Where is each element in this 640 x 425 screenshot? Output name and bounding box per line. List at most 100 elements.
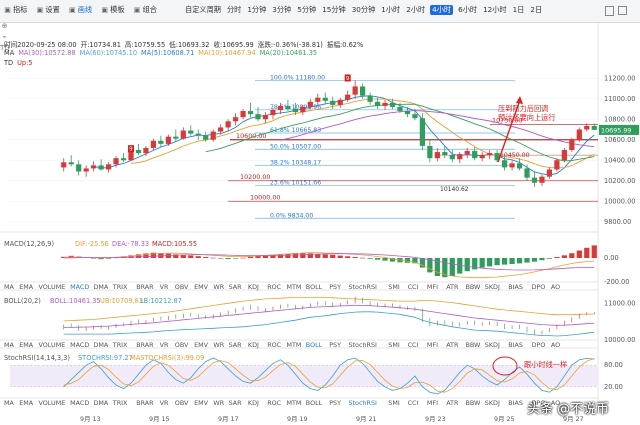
indicator-tab-ROC[interactable]: ROC [267, 399, 281, 407]
indicator-tab-MFI[interactable]: MFI [427, 399, 438, 407]
indicator-tab-VOLUME[interactable]: VOLUME [39, 283, 66, 291]
info-value: MA [4, 49, 15, 57]
indicator-tab-MFI[interactable]: MFI [427, 341, 438, 349]
indicator-tab-OBV[interactable]: OBV [175, 399, 189, 407]
indicator-tab-KDJ[interactable]: KDJ [248, 399, 259, 407]
indicator-tab-SMI[interactable]: SMI [388, 283, 400, 291]
indicator-tab-CCI[interactable]: CCI [408, 341, 419, 349]
candle-body [83, 168, 89, 172]
stoch-y-tick-label: 20.00 [604, 383, 623, 391]
indicator-tab-EMV[interactable]: EMV [194, 283, 209, 291]
indicator-tab-MTM[interactable]: MTM [287, 399, 302, 407]
indicator-tab-DMA[interactable]: DMA [94, 399, 109, 407]
indicator-tab-SKDJ[interactable]: SKDJ [485, 341, 500, 349]
indicator-tab-StochRSI[interactable]: StochRSI [349, 399, 378, 407]
indicator-tab-VR[interactable]: VR [160, 399, 169, 407]
indicator-tab-WR[interactable]: WR [213, 341, 224, 349]
indicator-tab-StochRSI[interactable]: StochRSI [349, 283, 378, 291]
x-tick-label: 9月 15 [149, 415, 170, 423]
indicator-tab-KDJ[interactable]: KDJ [248, 283, 259, 291]
indicator-tab-VR[interactable]: VR [160, 341, 169, 349]
indicator-tab-SKDJ[interactable]: SKDJ [485, 283, 500, 291]
macd-bar [554, 257, 560, 258]
boll-y-tick-label: 10000.00 [604, 336, 635, 344]
indicator-tab-WR[interactable]: WR [213, 399, 224, 407]
indicator-tab-SAR[interactable]: SAR [229, 283, 243, 291]
candle-body [195, 133, 201, 136]
indicator-tab-CCI[interactable]: CCI [408, 399, 419, 407]
candle-body [165, 136, 171, 144]
indicator-tab-VOLUME[interactable]: VOLUME [39, 399, 66, 407]
indicator-tab-ROC[interactable]: ROC [267, 341, 281, 349]
indicator-tab-BIAS[interactable]: BIAS [508, 341, 523, 349]
indicator-tab-StochRSI[interactable]: StochRSI [349, 341, 378, 349]
indicator-tab-AO[interactable]: AO [551, 283, 560, 291]
indicator-tab-BIAS[interactable]: BIAS [508, 399, 523, 407]
indicator-tab-DMA[interactable]: DMA [94, 283, 109, 291]
indicator-tab-BOLL[interactable]: BOLL [306, 283, 323, 291]
indicator-tab-BRAR[interactable]: BRAR [136, 399, 154, 407]
indicator-tab-TRIX[interactable]: TRIX [112, 341, 128, 349]
candle-body [561, 150, 567, 161]
indicator-tab-BBW[interactable]: BBW [466, 341, 482, 349]
indicator-tab-SMI[interactable]: SMI [388, 341, 400, 349]
indicator-tab-ATR[interactable]: ATR [446, 341, 459, 349]
macd-bar [382, 258, 388, 261]
indicator-tab-BOLL[interactable]: BOLL [306, 399, 323, 407]
x-tick-label: 9月 23 [425, 415, 446, 423]
indicator-tab-BBW[interactable]: BBW [466, 399, 482, 407]
indicator-tab-BBW[interactable]: BBW [466, 283, 482, 291]
chart-canvas[interactable]: 9800.00 10000.00 10200.00 10400.00 10600.00 1… [0, 0, 640, 425]
indicator-tab-EMA[interactable]: EMA [19, 399, 34, 407]
indicator-tab-ATR[interactable]: ATR [446, 399, 459, 407]
candle-body [135, 150, 142, 154]
indicator-tab-MA[interactable]: MA [4, 399, 15, 407]
stoch-d-label: MASTOCHRSI(3):99.09 [130, 354, 204, 362]
macd-bar [352, 257, 358, 258]
indicator-tab-OBV[interactable]: OBV [175, 341, 189, 349]
indicator-tab-SMI[interactable]: SMI [388, 399, 400, 407]
fib-level-label: 0.0% 9834.00 [270, 212, 313, 219]
indicator-tab-SKDJ[interactable]: SKDJ [485, 399, 500, 407]
indicator-tab-EMV[interactable]: EMV [194, 399, 209, 407]
indicator-tab-MA[interactable]: MA [4, 341, 15, 349]
candle-body [472, 151, 478, 159]
macd-bar [247, 256, 254, 258]
indicator-tab-VOLUME[interactable]: VOLUME [39, 341, 66, 349]
indicator-tab-EMA[interactable]: EMA [19, 341, 34, 349]
indicator-tab-BRAR[interactable]: BRAR [136, 283, 154, 291]
indicator-tab-PSY[interactable]: PSY [329, 283, 341, 291]
indicator-tab-MACD[interactable]: MACD [70, 283, 89, 291]
indicator-tab-MACD[interactable]: MACD [70, 341, 89, 349]
indicator-tab-ROC[interactable]: ROC [267, 283, 281, 291]
indicator-tab-DMA[interactable]: DMA [94, 341, 109, 349]
indicator-tab-TRIX[interactable]: TRIX [112, 283, 128, 291]
indicator-tab-MTM[interactable]: MTM [287, 341, 302, 349]
indicator-tab-BRAR[interactable]: BRAR [136, 341, 154, 349]
indicator-tab-MTM[interactable]: MTM [287, 283, 302, 291]
indicator-tab-DPO[interactable]: DPO [532, 341, 546, 349]
indicator-tab-MFI[interactable]: MFI [427, 283, 438, 291]
indicator-tab-TRIX[interactable]: TRIX [112, 399, 128, 407]
indicator-tab-OBV[interactable]: OBV [175, 283, 189, 291]
indicator-tab-MA[interactable]: MA [4, 283, 15, 291]
indicator-tab-CCI[interactable]: CCI [408, 283, 419, 291]
indicator-tab-WR[interactable]: WR [213, 283, 224, 291]
indicator-tab-KDJ[interactable]: KDJ [248, 341, 259, 349]
indicator-tab-PSY[interactable]: PSY [329, 399, 341, 407]
indicator-tab-EMA[interactable]: EMA [19, 283, 34, 291]
indicator-tab-SAR[interactable]: SAR [229, 399, 243, 407]
macd-bar [524, 258, 530, 263]
indicator-tab-BOLL[interactable]: BOLL [306, 341, 323, 349]
indicator-tab-DPO[interactable]: DPO [532, 283, 546, 291]
indicator-tab-AO[interactable]: AO [551, 341, 560, 349]
indicator-tab-PSY[interactable]: PSY [329, 341, 341, 349]
indicator-tab-MACD[interactable]: MACD [70, 399, 89, 407]
indicator-tab-VR[interactable]: VR [160, 283, 169, 291]
indicator-tab-SAR[interactable]: SAR [229, 341, 243, 349]
indicator-tab-EMV[interactable]: EMV [194, 341, 209, 349]
boll-mid-line [63, 305, 595, 328]
indicator-tab-BIAS[interactable]: BIAS [508, 283, 523, 291]
macd-bar [516, 258, 523, 264]
indicator-tab-ATR[interactable]: ATR [446, 283, 459, 291]
